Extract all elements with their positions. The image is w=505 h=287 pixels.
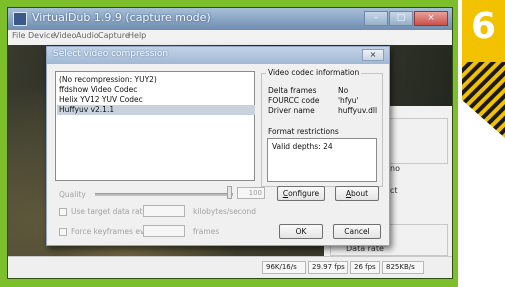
delta-frames-label: Delta frames [268,86,317,95]
fourcc-label: FOURCC code [268,96,320,105]
panel-label-1: no [390,164,400,173]
status-audio: 96K/16/s [262,261,306,274]
window-controls: – □ × [364,11,448,27]
codec-item-no-recompression[interactable]: (No recompression: YUY2) [57,75,255,85]
format-restrictions-label: Format restrictions [268,127,339,136]
status-fps: 29.97 fps [308,261,348,274]
app-titlebar: VirtualDub 1.9.9 (capture mode) – □ × [8,8,452,30]
target-rate-field[interactable] [143,205,185,217]
maximize-button[interactable]: □ [389,11,413,26]
delta-frames-value: No [338,86,349,95]
minimize-button[interactable]: – [364,11,388,26]
quality-label: Quality [59,190,86,199]
menu-device[interactable]: Device [28,31,55,40]
panel-label-2: ct [390,186,398,195]
status-data-rate: 825KB/s [382,261,424,274]
dialog-title: Select video compression [53,49,169,59]
codec-item-helix[interactable]: Helix YV12 YUV Codec [57,95,255,105]
menu-audio[interactable]: Audio [76,31,99,40]
driver-name-label: Driver name [268,106,315,115]
app-icon [13,12,27,26]
quality-slider-track[interactable] [95,193,233,196]
ok-button[interactable]: OK [279,224,323,239]
quality-value-field[interactable]: 100 [237,187,265,199]
driver-name-value: huffyuv.dll [338,106,378,115]
about-button[interactable]: About [335,186,379,201]
status-capture-fps: 26 fps [350,261,380,274]
codec-item-ffdshow[interactable]: ffdshow Video Codec [57,85,255,95]
menu-bar: File Device Video Audio Capture Help [8,30,452,45]
about-label: bout [351,189,369,198]
valid-depths-text: Valid depths: 24 [272,142,333,151]
keyframes-field[interactable] [143,225,185,237]
status-bar: 96K/16/s 29.97 fps 26 fps 825KB/s [8,256,452,278]
dialog-close-button[interactable]: × [362,49,384,61]
target-rate-unit: kilobytes/second [193,207,257,216]
app-title: VirtualDub 1.9.9 (capture mode) [32,11,211,24]
step-number: 6 [470,6,497,47]
close-button[interactable]: × [414,11,448,26]
target-rate-checkbox[interactable] [59,208,67,216]
menu-video[interactable]: Video [54,31,76,40]
cancel-button[interactable]: Cancel [333,224,381,239]
format-restrictions-box: Valid depths: 24 [267,138,377,182]
fourcc-value: 'hfyu' [338,96,359,105]
menu-help[interactable]: Help [128,31,146,40]
virtualdub-window: VirtualDub 1.9.9 (capture mode) – □ × Fi… [8,8,452,278]
codec-info-title: Video codec information [266,68,362,77]
quality-slider-thumb[interactable] [227,186,232,199]
codec-item-huffyuv[interactable]: Huffyuv v2.1.1 [57,105,255,115]
configure-button[interactable]: Configure [277,186,325,201]
video-compression-dialog: Select video compression × (No recompres… [46,46,390,246]
menu-capture[interactable]: Capture [98,31,130,40]
step-tab: 6 [462,0,505,138]
menu-file[interactable]: File [12,31,25,40]
dialog-titlebar: Select video compression × [47,47,389,64]
keyframes-checkbox[interactable] [59,228,67,236]
codec-list[interactable]: (No recompression: YUY2) ffdshow Video C… [55,71,255,181]
configure-label: onfigure [288,189,320,198]
codec-info-group: Video codec information Delta frames No … [261,68,383,187]
keyframes-unit: frames [193,227,220,236]
